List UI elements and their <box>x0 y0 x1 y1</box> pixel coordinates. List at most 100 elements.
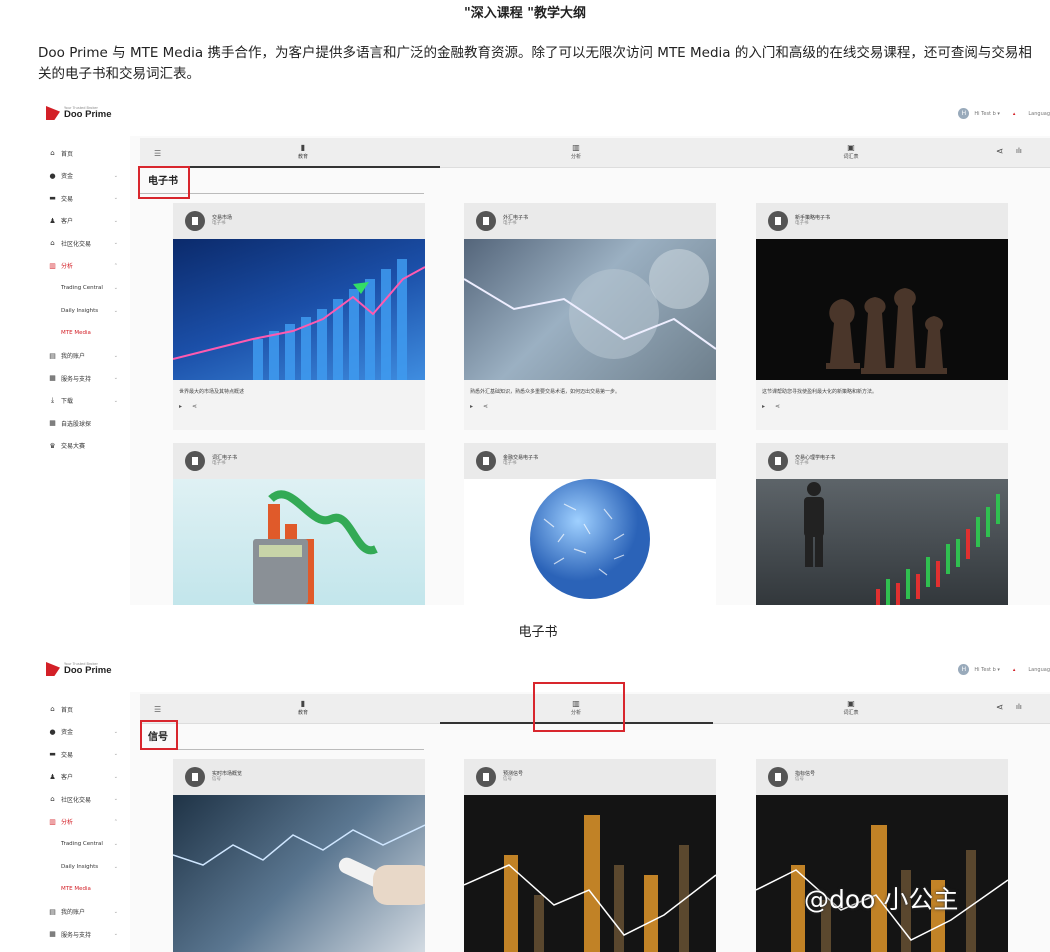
chevron-up-icon: ⌃ <box>113 818 118 825</box>
tab-bar: ☰ ▮ 教育 ▥ 分析 ▣ 词汇表 ⋖ ılı <box>140 138 1050 168</box>
bar-chart-icon: ▥ <box>572 143 580 152</box>
funds-icon: ● <box>49 171 56 180</box>
folder-icon: ▤ <box>49 907 56 916</box>
sidebar-item-trading-central[interactable]: Trading Central ⌄ <box>38 277 130 300</box>
user-menu[interactable]: Hi Test b ▾ <box>974 111 999 117</box>
doo-prime-logo[interactable]: Your Trusted Broker Doo Prime <box>46 662 112 676</box>
sidebar-item-home[interactable]: ⌂ 首页 <box>38 698 130 721</box>
signal-card[interactable]: 实时市场概览 信号 <box>173 759 425 952</box>
sidebar-item-my-account[interactable]: ▤ 我的账户 ⌄ <box>38 345 130 368</box>
tab-education[interactable]: ▮ 教育 <box>273 143 333 160</box>
card-image <box>756 479 1008 605</box>
card-description: 这节课帮助您寻找使盈利最大化的新策略和新方法。 <box>762 389 878 395</box>
card-icon: ▬ <box>49 750 56 759</box>
user-area: H Hi Test b ▾ ▴ Languag <box>958 664 1050 675</box>
signal-card[interactable]: 指标信号 信号 <box>756 759 1008 952</box>
trophy-icon: ♛ <box>49 441 56 450</box>
play-icon[interactable]: ▸ <box>179 403 182 410</box>
ebook-card[interactable]: 外汇电子书 电子书 熟悉外汇基础知识，熟悉众多重要交易术语，如何迈出交易第一步。 … <box>464 203 716 430</box>
avatar[interactable]: H <box>958 664 970 675</box>
folder-icon: ▤ <box>49 351 56 360</box>
sidebar-item-download[interactable]: ⤓下载⌄ <box>38 390 130 413</box>
share-icon[interactable]: ⋖ <box>996 703 1004 713</box>
filter-icon[interactable]: ☰ <box>154 705 161 714</box>
glossary-icon: ▣ <box>847 143 855 152</box>
logo-name: Doo Prime <box>64 665 112 676</box>
ebook-card[interactable]: 新手策略电子书 电子书 这节课帮助您寻找使盈利最大化的新策略和新方法。 ▸ ⋖ <box>756 203 1008 430</box>
home-icon: ⌂ <box>50 705 55 714</box>
card-image <box>756 795 1008 952</box>
book-icon <box>476 211 496 231</box>
book-icon <box>768 211 788 231</box>
ebook-card[interactable]: 交易心理学电子书 电子书 <box>756 443 1008 605</box>
signal-card[interactable]: 预测信号 信号 <box>464 759 716 952</box>
play-icon[interactable]: ▸ <box>762 403 765 410</box>
sidebar-item-analysis[interactable]: ▥ 分析 ⌃ <box>38 811 130 834</box>
book-icon <box>185 451 205 471</box>
sidebar-item-clients[interactable]: ♟ 客户 ⌄ <box>38 766 130 789</box>
book-icon: ▮ <box>300 143 306 152</box>
doo-prime-logo[interactable]: Your Trusted Broker Doo Prime <box>46 106 112 120</box>
card-subtitle: 电子书 <box>212 461 226 467</box>
chevron-down-icon: ⌄ <box>113 172 118 179</box>
community-icon: ⌂ <box>50 795 55 804</box>
highlight-box <box>140 720 178 750</box>
community-icon: ⌂ <box>50 239 55 248</box>
tab-education[interactable]: ▮ 教育 <box>273 699 333 716</box>
sidebar-item-trading-central[interactable]: Trading Central ⌄ <box>38 833 130 856</box>
sidebar-item-my-account[interactable]: ▤ 我的账户 ⌄ <box>38 901 130 924</box>
language-selector[interactable]: Languag <box>1028 667 1050 673</box>
play-icon[interactable]: ▸ <box>470 403 473 410</box>
card-subtitle: 电子书 <box>503 221 517 227</box>
card-subtitle: 电子书 <box>795 221 809 227</box>
sidebar-item-trading[interactable]: ▬ 交易 ⌄ <box>38 743 130 766</box>
top-bar: Your Trusted Broker Doo Prime H Hi Test … <box>38 96 1050 136</box>
sidebar-item-analysis[interactable]: ▥ 分析 ⌃ <box>38 255 130 278</box>
sidebar-item-download[interactable]: ⤓下载⌄ <box>38 946 130 952</box>
ebook-card[interactable]: 词汇电子书 电子书 <box>173 443 425 605</box>
sidebar-item-funds[interactable]: ● 资金 ⌄ <box>38 165 130 188</box>
chart-icon[interactable]: ılı <box>1016 703 1022 711</box>
chevron-down-icon: ⌄ <box>113 217 118 224</box>
sidebar-item-mte-media[interactable]: MTE Media <box>38 878 130 901</box>
sidebar-item-home[interactable]: ⌂ 首页 <box>38 142 130 165</box>
home-icon: ⌂ <box>50 149 55 158</box>
ebook-card[interactable]: 交易市场 电子书 世界最大的市场及其特点概述 ▸ ⋖ <box>173 203 425 430</box>
logo-mark-icon <box>46 106 60 120</box>
share-icon[interactable]: ⋖ <box>996 147 1004 157</box>
person-icon: ♟ <box>49 772 56 781</box>
share-icon[interactable]: ⋖ <box>192 403 197 410</box>
bar-chart-icon <box>768 767 788 787</box>
card-image <box>464 795 716 952</box>
sidebar-item-mte-media[interactable]: MTE Media <box>38 322 130 345</box>
sidebar-item-daily-insights[interactable]: Daily Insights ⌄ <box>38 856 130 879</box>
sidebar-item-support[interactable]: ▦ 服务与支持 ⌄ <box>38 367 130 390</box>
book-icon <box>476 451 496 471</box>
article-intro: Doo Prime 与 MTE Media 携手合作，为客户提供多语言和广泛的金… <box>38 45 1032 82</box>
tab-glossary[interactable]: ▣ 词汇表 <box>821 699 881 716</box>
chevron-down-icon: ⌄ <box>113 352 118 359</box>
sidebar-item-funds[interactable]: ● 资金 ⌄ <box>38 721 130 744</box>
sidebar-item-clients[interactable]: ♟ 客户 ⌄ <box>38 210 130 233</box>
sidebar-item-social-trading[interactable]: ⌂ 社区化交易 ⌄ <box>38 788 130 811</box>
sidebar-item-stock-scout[interactable]: ▦ 自选股球探 <box>38 412 130 435</box>
share-icon[interactable]: ⋖ <box>483 403 488 410</box>
notification-icon[interactable]: ▴ <box>1013 111 1016 117</box>
filter-icon[interactable]: ☰ <box>154 149 161 158</box>
sidebar-item-daily-insights[interactable]: Daily Insights ⌄ <box>38 300 130 323</box>
bar-chart-icon: ▥ <box>49 817 56 826</box>
tab-glossary[interactable]: ▣ 词汇表 <box>821 143 881 160</box>
language-selector[interactable]: Languag <box>1028 111 1050 117</box>
card-image <box>173 795 425 952</box>
sidebar-item-social-trading[interactable]: ⌂ 社区化交易 ⌄ <box>38 232 130 255</box>
sidebar-item-support[interactable]: ▦ 服务与支持 ⌄ <box>38 923 130 946</box>
chart-icon[interactable]: ılı <box>1016 147 1022 155</box>
tab-analysis[interactable]: ▥ 分析 <box>546 143 606 160</box>
user-menu[interactable]: Hi Test b ▾ <box>974 667 999 673</box>
sidebar-item-competition[interactable]: ♛ 交易大赛 <box>38 435 130 458</box>
ebook-card[interactable]: 金融交易电子书 电子书 <box>464 443 716 605</box>
notification-icon[interactable]: ▴ <box>1013 667 1016 673</box>
share-icon[interactable]: ⋖ <box>775 403 780 410</box>
sidebar-item-trading[interactable]: ▬ 交易 ⌄ <box>38 187 130 210</box>
avatar[interactable]: H <box>958 108 970 119</box>
